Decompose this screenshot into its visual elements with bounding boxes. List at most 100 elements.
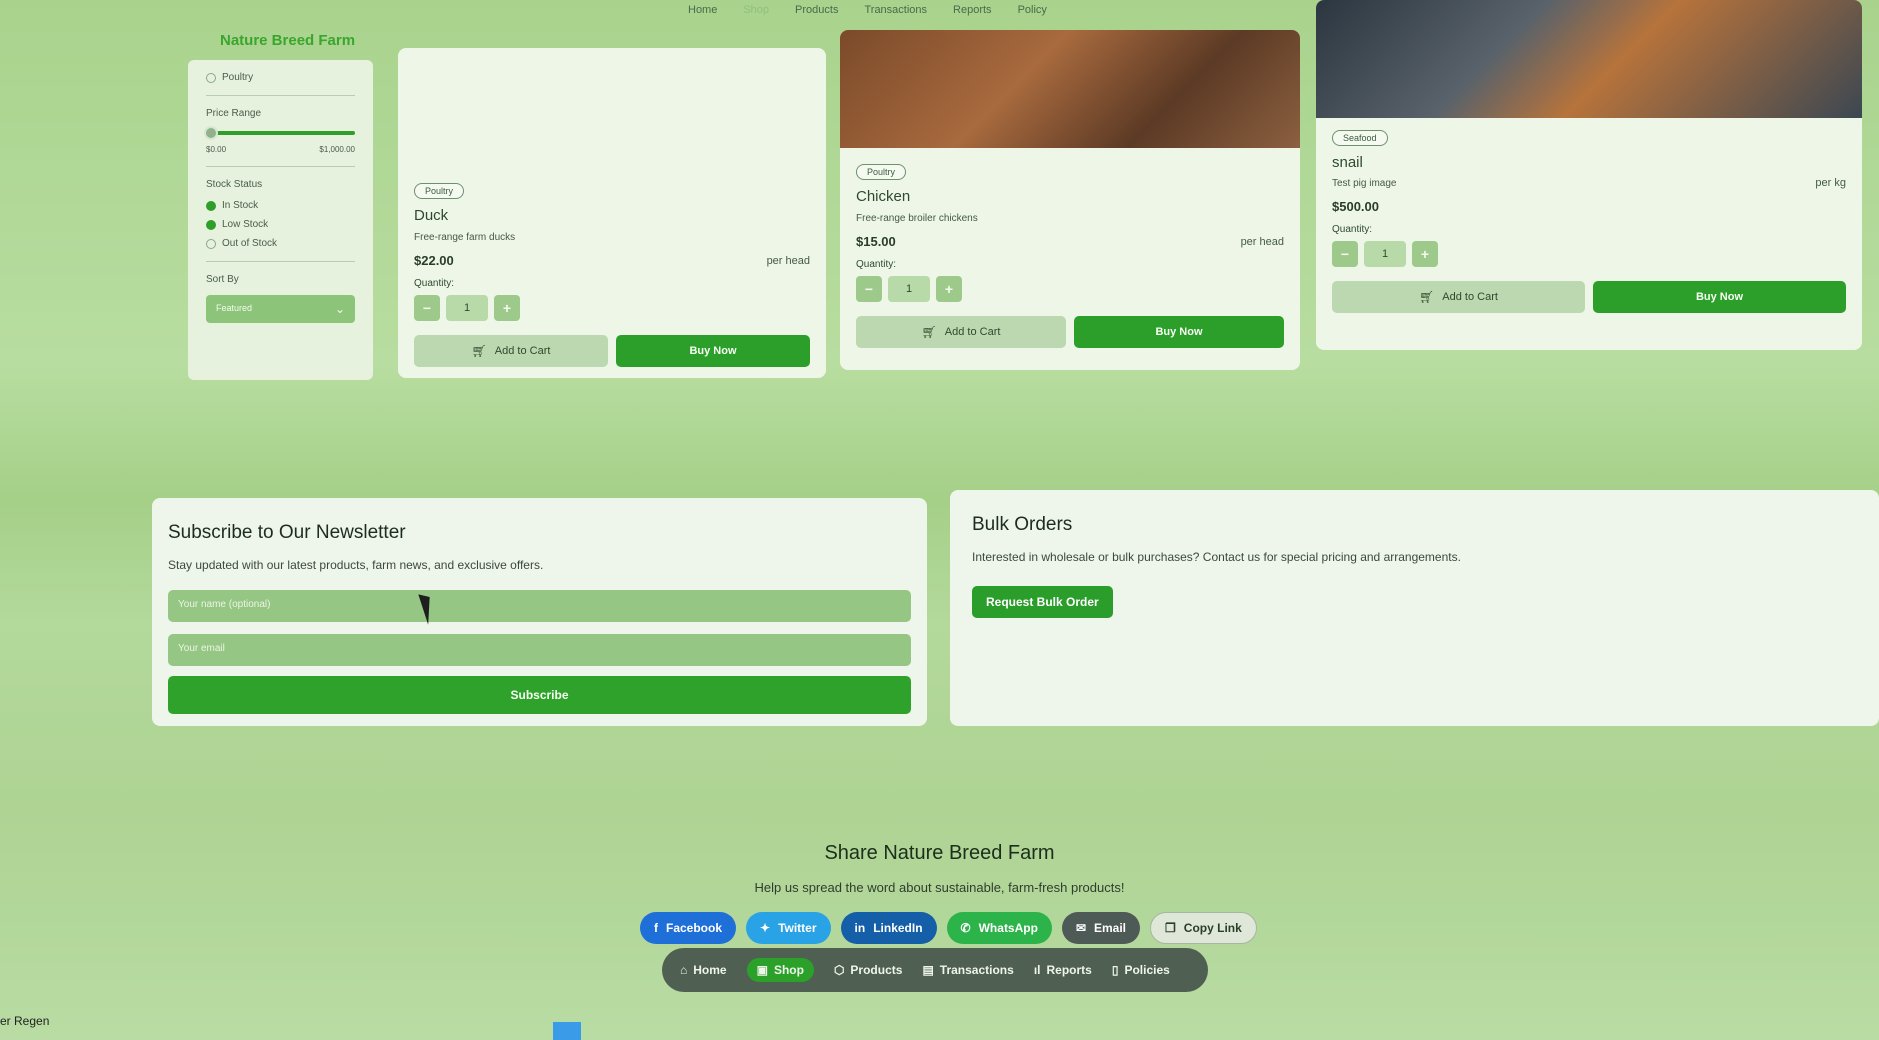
share-label: Facebook (666, 921, 723, 935)
bottom-nav-home[interactable]: ⌂ Home (680, 963, 727, 977)
taskbar-weather[interactable]: er Regen (0, 1014, 49, 1028)
box-icon: ⬡ (833, 963, 845, 977)
brand-logo-text[interactable]: Nature Breed Farm (220, 32, 355, 49)
nav-home[interactable]: Home (688, 4, 717, 16)
share-facebook-button[interactable]: f Facebook (640, 912, 737, 944)
email-input[interactable]: Your email (168, 634, 911, 666)
add-to-cart-button[interactable]: 🛒︎ Add to Cart (856, 316, 1066, 348)
share-twitter-button[interactable]: ✦ Twitter (746, 912, 831, 944)
price-unit: per head (1240, 235, 1284, 248)
decrease-button[interactable]: − (414, 295, 440, 321)
add-to-cart-button[interactable]: 🛒︎ Add to Cart (1332, 281, 1585, 313)
bulk-orders-title: Bulk Orders (972, 514, 1073, 535)
buy-now-button[interactable]: Buy Now (1593, 281, 1846, 313)
share-whatsapp-button[interactable]: ✆ WhatsApp (946, 912, 1052, 944)
slider-handle[interactable] (204, 126, 218, 140)
quantity-stepper: − 1 + (856, 276, 1284, 302)
category-filter-poultry[interactable]: Poultry (206, 72, 355, 83)
nav-products[interactable]: Products (795, 4, 838, 16)
buy-now-button[interactable]: Buy Now (1074, 316, 1284, 348)
divider (206, 261, 355, 262)
add-to-cart-label: Add to Cart (1442, 291, 1498, 303)
decrease-button[interactable]: − (1332, 241, 1358, 267)
name-input[interactable]: Your name (optional) (168, 590, 911, 622)
checkbox[interactable] (206, 200, 216, 211)
sort-by-label: Sort By (206, 274, 239, 285)
product-card-chicken: Poultry Chicken Free-range broiler chick… (840, 30, 1300, 370)
product-image (840, 30, 1300, 148)
add-to-cart-button[interactable]: 🛒︎ Add to Cart (414, 335, 608, 367)
stock-option-in-stock[interactable]: In Stock (206, 200, 355, 211)
home-icon: ⌂ (680, 963, 688, 977)
share-label: LinkedIn (873, 921, 923, 935)
filter-sidebar: Poultry Price Range $0.00 $1,000.00 Stoc… (188, 60, 373, 380)
divider (206, 166, 355, 167)
quantity-input[interactable]: 1 (1364, 241, 1406, 267)
price-max: $1,000.00 (319, 145, 355, 154)
product-card-duck: Poultry Duck Free-range farm ducks $22.0… (398, 48, 826, 378)
bottom-nav-label: Shop (773, 963, 804, 977)
linkedin-icon: in (854, 921, 866, 935)
sort-select[interactable]: Featured ⌄ (206, 295, 355, 323)
increase-button[interactable]: + (494, 295, 520, 321)
nav-shop[interactable]: Shop (743, 4, 769, 16)
checkbox[interactable] (206, 219, 216, 230)
nav-policy[interactable]: Policy (1018, 4, 1047, 16)
decrease-button[interactable]: − (856, 276, 882, 302)
bottom-nav-reports[interactable]: ıl Reports (1034, 963, 1092, 977)
quantity-label: Quantity: (856, 259, 897, 270)
product-name: Chicken (856, 188, 911, 205)
bottom-nav-policies[interactable]: ▯ Policies (1112, 963, 1170, 977)
product-price: $15.00 (856, 234, 896, 249)
facebook-icon: f (654, 921, 658, 935)
add-to-cart-label: Add to Cart (494, 345, 551, 357)
price-min: $0.00 (206, 145, 227, 154)
share-buttons: f Facebook ✦ Twitter in LinkedIn ✆ Whats… (640, 912, 1257, 944)
checkbox[interactable] (206, 72, 216, 83)
bottom-nav-products[interactable]: ⬡ Products (834, 963, 903, 977)
bottom-nav: ⌂ Home ▣ Shop ⬡ Products ▤ Transactions … (662, 948, 1208, 992)
quantity-stepper: − 1 + (414, 295, 810, 321)
product-image (1316, 0, 1862, 118)
nav-reports[interactable]: Reports (953, 4, 992, 16)
stock-option-out-of-stock[interactable]: Out of Stock (206, 238, 355, 249)
top-nav-links: Home Shop Products Transactions Reports … (688, 4, 1047, 16)
quantity-stepper: − 1 + (1332, 241, 1846, 267)
copy-icon: ❐ (1165, 921, 1176, 935)
increase-button[interactable]: + (1412, 241, 1438, 267)
price-range-slider[interactable] (204, 126, 355, 140)
bottom-nav-label: Policies (1124, 963, 1170, 977)
stock-option-low-stock[interactable]: Low Stock (206, 219, 355, 230)
price-row: $15.00 per head (856, 234, 1284, 249)
price-range-values: $0.00 $1,000.00 (206, 145, 355, 154)
bottom-nav-transactions[interactable]: ▤ Transactions (922, 963, 1013, 977)
quantity-input[interactable]: 1 (446, 295, 488, 321)
bulk-orders-text: Interested in wholesale or bulk purchase… (972, 550, 1461, 564)
quantity-label: Quantity: (1332, 224, 1373, 235)
bottom-nav-shop[interactable]: ▣ Shop (746, 958, 814, 982)
stock-status-label: Stock Status (206, 179, 263, 190)
buy-now-button[interactable]: Buy Now (616, 335, 810, 367)
quantity-input[interactable]: 1 (888, 276, 930, 302)
increase-button[interactable]: + (936, 276, 962, 302)
share-title: Share Nature Breed Farm (824, 842, 1055, 864)
share-email-button[interactable]: ✉ Email (1061, 912, 1141, 944)
newsletter-title: Subscribe to Our Newsletter (168, 522, 406, 543)
share-linkedin-button[interactable]: in LinkedIn (840, 912, 937, 944)
request-bulk-order-button[interactable]: Request Bulk Order (972, 586, 1113, 618)
bulk-orders-panel: Bulk Orders Interested in wholesale or b… (950, 490, 1879, 726)
product-description: Test pig image (1332, 177, 1397, 189)
whatsapp-icon: ✆ (960, 921, 971, 935)
nav-transactions[interactable]: Transactions (864, 4, 927, 16)
divider (206, 95, 355, 96)
share-label: WhatsApp (978, 921, 1038, 935)
cart-icon: 🛒︎ (471, 344, 487, 358)
windows-start-icon[interactable] (553, 1022, 581, 1040)
subscribe-button[interactable]: Subscribe (168, 676, 911, 714)
product-name: snail (1332, 154, 1363, 171)
checkbox[interactable] (206, 238, 216, 249)
price-row: $22.00 per head (414, 253, 810, 268)
product-name: Duck (414, 207, 449, 224)
copy-link-button[interactable]: ❐ Copy Link (1150, 912, 1257, 944)
stock-option-label: Out of Stock (222, 238, 278, 249)
